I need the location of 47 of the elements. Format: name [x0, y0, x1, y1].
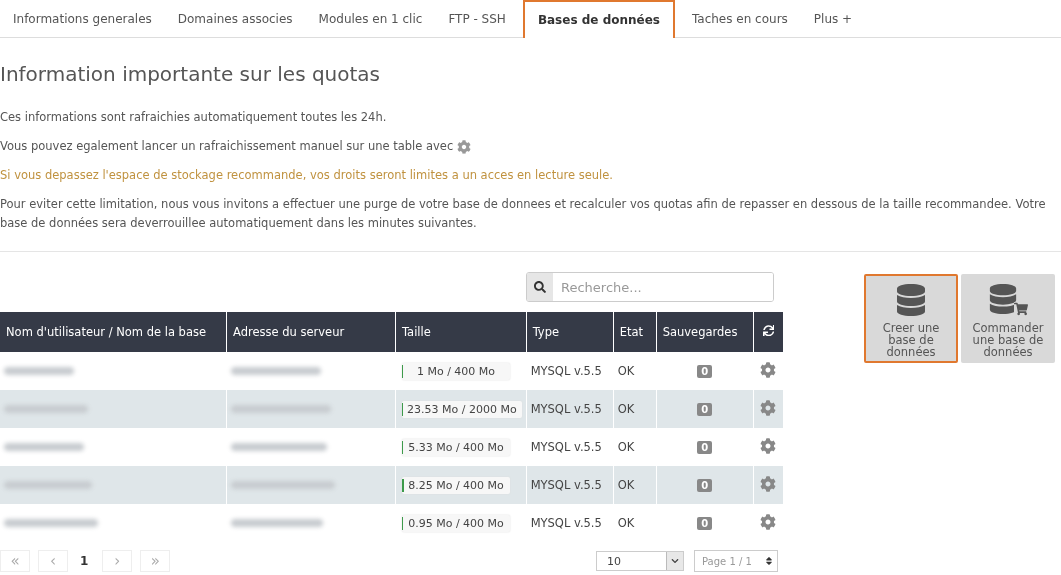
page-number[interactable]: 1 [80, 554, 89, 568]
table-cell: MYSQL v.5.5 [526, 504, 614, 542]
count-badge: 0 [697, 365, 713, 378]
warning-text: Si vous depassez l'espace de stockage recommande, vos droits seront limites a un acces en lecture seule. [0, 167, 614, 184]
gear-icon [457, 139, 472, 154]
count-badge: 0 [697, 403, 713, 416]
count-badge: 0 [697, 517, 713, 530]
size-meter: 0.95 Mo / 400 Mo [402, 514, 510, 532]
table-cell: OK [613, 504, 657, 542]
tab[interactable]: Informations generales [0, 0, 165, 37]
spinner-icon [764, 556, 774, 566]
tab[interactable]: FTP - SSH [435, 0, 519, 37]
tab[interactable]: Bases de données [522, 0, 675, 38]
gear-icon[interactable] [760, 399, 777, 416]
gear-icon[interactable] [760, 437, 777, 454]
refresh-icon[interactable] [762, 324, 775, 337]
tab[interactable]: Modules en 1 clic [305, 0, 436, 37]
tab[interactable]: Domaines associes [164, 0, 306, 37]
column-header: Etat [613, 312, 657, 352]
size-meter: 5.33 Mo / 400 Mo [402, 438, 510, 456]
tab[interactable]: Taches en cours [678, 0, 801, 37]
order-database-button[interactable]: Commander une base de données [961, 274, 1055, 363]
gear-icon[interactable] [760, 361, 777, 378]
tab[interactable]: Plus + [800, 0, 866, 37]
gear-icon[interactable] [760, 513, 777, 530]
search-field[interactable]: Recherche... [526, 272, 774, 302]
search-icon [534, 281, 546, 293]
column-header: Type [526, 312, 614, 352]
info-text: Ces informations sont rafraichies automatiquement toutes les 24h. [0, 109, 388, 126]
page-title: Information importante sur les quotas [0, 62, 382, 86]
column-header: Adresse du serveur [226, 312, 396, 352]
create-database-button[interactable]: Creer une base de données [864, 274, 958, 363]
column-header: Taille [395, 312, 527, 352]
info-text: Pour eviter cette limitation, nous vous invitons a effectuer une purge de votre base de donnees et recalculer vos quotas afin de repasser en dessous de la taille recommandee. Votre base de données sera deverrouillee automatiquement dans les minutes suivantes. [0, 196, 1047, 232]
redacted-text [4, 367, 74, 375]
info-text: Vous pouvez egalement lancer un rafraichissement manuel sur une table avec [0, 138, 454, 155]
size-meter: 23.53 Mo / 2000 Mo [402, 400, 522, 418]
count-badge: 0 [697, 479, 713, 492]
count-badge: 0 [697, 441, 713, 454]
column-header: Nom d'utilisateur / Nom de la base [0, 312, 227, 352]
size-meter: 1 Mo / 400 Mo [402, 362, 510, 380]
gear-icon[interactable] [760, 475, 777, 492]
size-meter: 8.25 Mo / 400 Mo [402, 476, 510, 494]
caret-icon [671, 557, 679, 565]
database-icon [895, 284, 927, 316]
column-header: Sauvegardes [656, 312, 754, 352]
per-page-select[interactable]: 10 [596, 551, 684, 571]
